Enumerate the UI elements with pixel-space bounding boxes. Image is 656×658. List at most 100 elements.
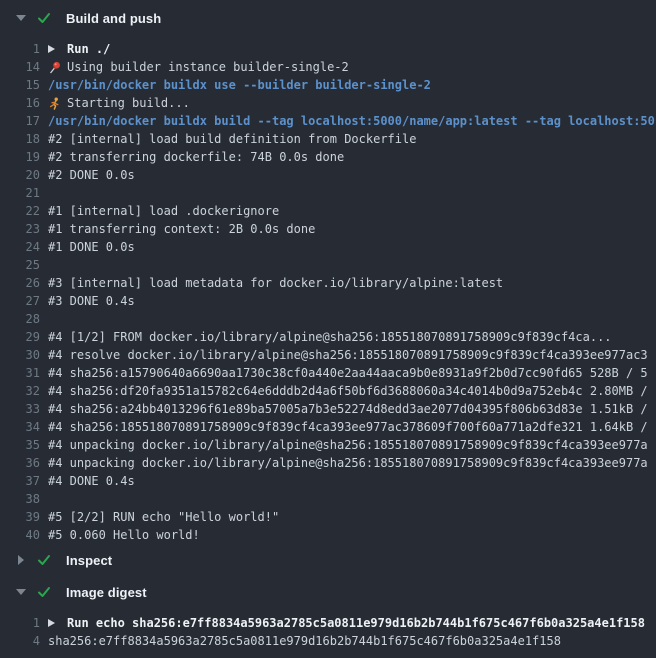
line-number[interactable]: 34 (0, 418, 40, 436)
line-number[interactable]: 24 (0, 238, 40, 256)
log-line[interactable]: 1 Run ./ (0, 40, 656, 58)
line-number[interactable]: 23 (0, 220, 40, 238)
log-line: 21 (0, 184, 656, 202)
log-line: 38 (0, 490, 656, 508)
line-content: #4 sha256:df20fa9351a15782c64e6dddb2d4a6… (48, 382, 648, 400)
log-line: 20#2 DONE 0.0s (0, 166, 656, 184)
section-title: Build and push (66, 11, 161, 26)
line-content: Using builder instance builder-single-2 (48, 58, 349, 76)
line-number[interactable]: 36 (0, 454, 40, 472)
line-content: #2 [internal] load build definition from… (48, 130, 416, 148)
line-content: /usr/bin/docker buildx build --tag local… (48, 112, 655, 130)
line-number[interactable]: 40 (0, 526, 40, 544)
check-success-icon (36, 585, 52, 599)
line-content: #4 resolve docker.io/library/alpine@sha2… (48, 346, 648, 364)
log-section-inspect: Inspect (0, 544, 656, 576)
chevron-right-icon[interactable] (14, 555, 28, 565)
line-number[interactable]: 32 (0, 382, 40, 400)
line-number[interactable]: 14 (0, 58, 40, 76)
line-number[interactable]: 30 (0, 346, 40, 364)
line-number[interactable]: 39 (0, 508, 40, 526)
line-number[interactable]: 22 (0, 202, 40, 220)
line-content: #4 [1/2] FROM docker.io/library/alpine@s… (48, 328, 612, 346)
workflow-log-viewer: Build and push1Run ./14Using builder ins… (0, 0, 656, 658)
section-header-inspect[interactable]: Inspect (0, 544, 656, 576)
line-number[interactable]: 38 (0, 490, 40, 508)
line-text: Starting build... (67, 94, 190, 112)
line-content: #1 DONE 0.0s (48, 238, 135, 256)
line-number[interactable]: 28 (0, 310, 40, 328)
line-content: #4 sha256:a24bb4013296f61e89ba57005a7b3e… (48, 400, 648, 418)
section-header-build-and-push[interactable]: Build and push (0, 2, 656, 34)
line-content: #4 sha256:185518070891758909c9f839cf4ca3… (48, 418, 648, 436)
play-triangle-icon[interactable] (48, 45, 64, 53)
log-section-image-digest: Image digest 1Run echo sha256:e7ff8834a59… (0, 576, 656, 650)
line-text: /usr/bin/docker buildx use --builder bui… (48, 76, 431, 94)
line-content: #4 sha256:a15790640a6690aa1730c38cf0a440… (48, 364, 648, 382)
line-text: #5 0.060 Hello world! (48, 526, 200, 544)
log-line: 32 #4 sha256:df20fa9351a15782c64e6dddb2d4… (0, 382, 656, 400)
line-content: #4 DONE 0.4s (48, 472, 135, 490)
log-line: 17/usr/bin/docker buildx build --tag loc… (0, 112, 656, 130)
log-line: 34 #4 sha256:185518070891758909c9f839cf4c… (0, 418, 656, 436)
line-text: #4 sha256:a24bb4013296f61e89ba57005a7b3e… (48, 400, 648, 418)
log-line: 28 (0, 310, 656, 328)
line-number[interactable]: 21 (0, 184, 40, 202)
line-text: #5 [2/2] RUN echo "Hello world!" (48, 508, 279, 526)
log-line[interactable]: 1Run echo sha256:e7ff8834a5963a2785c5a08… (0, 614, 656, 632)
section-title: Image digest (66, 585, 147, 600)
line-text: #4 DONE 0.4s (48, 472, 135, 490)
line-number[interactable]: 37 (0, 472, 40, 490)
line-number[interactable]: 25 (0, 256, 40, 274)
line-content: Run ./ (48, 40, 110, 58)
log-line: 37 #4 DONE 0.4s (0, 472, 656, 490)
line-number[interactable]: 16 (0, 94, 40, 112)
play-triangle-icon[interactable] (48, 619, 64, 627)
runner-icon (48, 97, 64, 110)
line-content: #1 [internal] load .dockerignore (48, 202, 279, 220)
line-content: #5 [2/2] RUN echo "Hello world!" (48, 508, 279, 526)
line-text: #4 sha256:df20fa9351a15782c64e6dddb2d4a6… (48, 382, 648, 400)
line-text: #4 unpacking docker.io/library/alpine@sh… (48, 454, 648, 472)
chevron-down-icon[interactable] (14, 15, 28, 21)
line-text: #2 transferring dockerfile: 74B 0.0s don… (48, 148, 344, 166)
section-header-image-digest[interactable]: Image digest (0, 576, 656, 608)
log-line: 33 #4 sha256:a24bb4013296f61e89ba57005a7b… (0, 400, 656, 418)
line-number[interactable]: 18 (0, 130, 40, 148)
line-number[interactable]: 1 (0, 40, 40, 58)
line-text: /usr/bin/docker buildx build --tag local… (48, 112, 655, 130)
line-number[interactable]: 33 (0, 400, 40, 418)
line-content: /usr/bin/docker buildx use --builder bui… (48, 76, 431, 94)
line-content: #4 unpacking docker.io/library/alpine@sh… (48, 454, 648, 472)
section-title: Inspect (66, 553, 112, 568)
line-number[interactable]: 29 (0, 328, 40, 346)
log-line: 25 (0, 256, 656, 274)
line-number[interactable]: 35 (0, 436, 40, 454)
pushpin-icon (48, 61, 64, 74)
line-number[interactable]: 19 (0, 148, 40, 166)
log-section-build-and-push: Build and push 1 Run ./ 14 Using builder ins… (0, 2, 656, 544)
line-number[interactable]: 27 (0, 292, 40, 310)
log-line: 26 #3 [internal] load metadata for docker… (0, 274, 656, 292)
line-text: #1 DONE 0.0s (48, 238, 135, 256)
line-text: Run ./ (67, 40, 110, 58)
line-number[interactable]: 31 (0, 364, 40, 382)
log-line: 4sha256:e7ff8834a5963a2785c5a0811e979d16… (0, 632, 656, 650)
line-content: #5 0.060 Hello world! (48, 526, 200, 544)
line-text: #4 resolve docker.io/library/alpine@sha2… (48, 346, 648, 364)
line-content: #2 transferring dockerfile: 74B 0.0s don… (48, 148, 344, 166)
line-number[interactable]: 4 (0, 632, 40, 650)
line-number[interactable]: 1 (0, 614, 40, 632)
check-success-icon (36, 11, 52, 25)
line-number[interactable]: 20 (0, 166, 40, 184)
log-line: 30 #4 resolve docker.io/library/alpine@sh… (0, 346, 656, 364)
line-number[interactable]: 26 (0, 274, 40, 292)
line-number[interactable]: 15 (0, 76, 40, 94)
log-line: 27#3 DONE 0.4s (0, 292, 656, 310)
line-number[interactable]: 17 (0, 112, 40, 130)
line-text: #1 [internal] load .dockerignore (48, 202, 279, 220)
log-line: 29 #4 [1/2] FROM docker.io/library/alpine… (0, 328, 656, 346)
chevron-down-icon[interactable] (14, 589, 28, 595)
line-text: #2 [internal] load build definition from… (48, 130, 416, 148)
line-text: #3 [internal] load metadata for docker.i… (48, 274, 503, 292)
